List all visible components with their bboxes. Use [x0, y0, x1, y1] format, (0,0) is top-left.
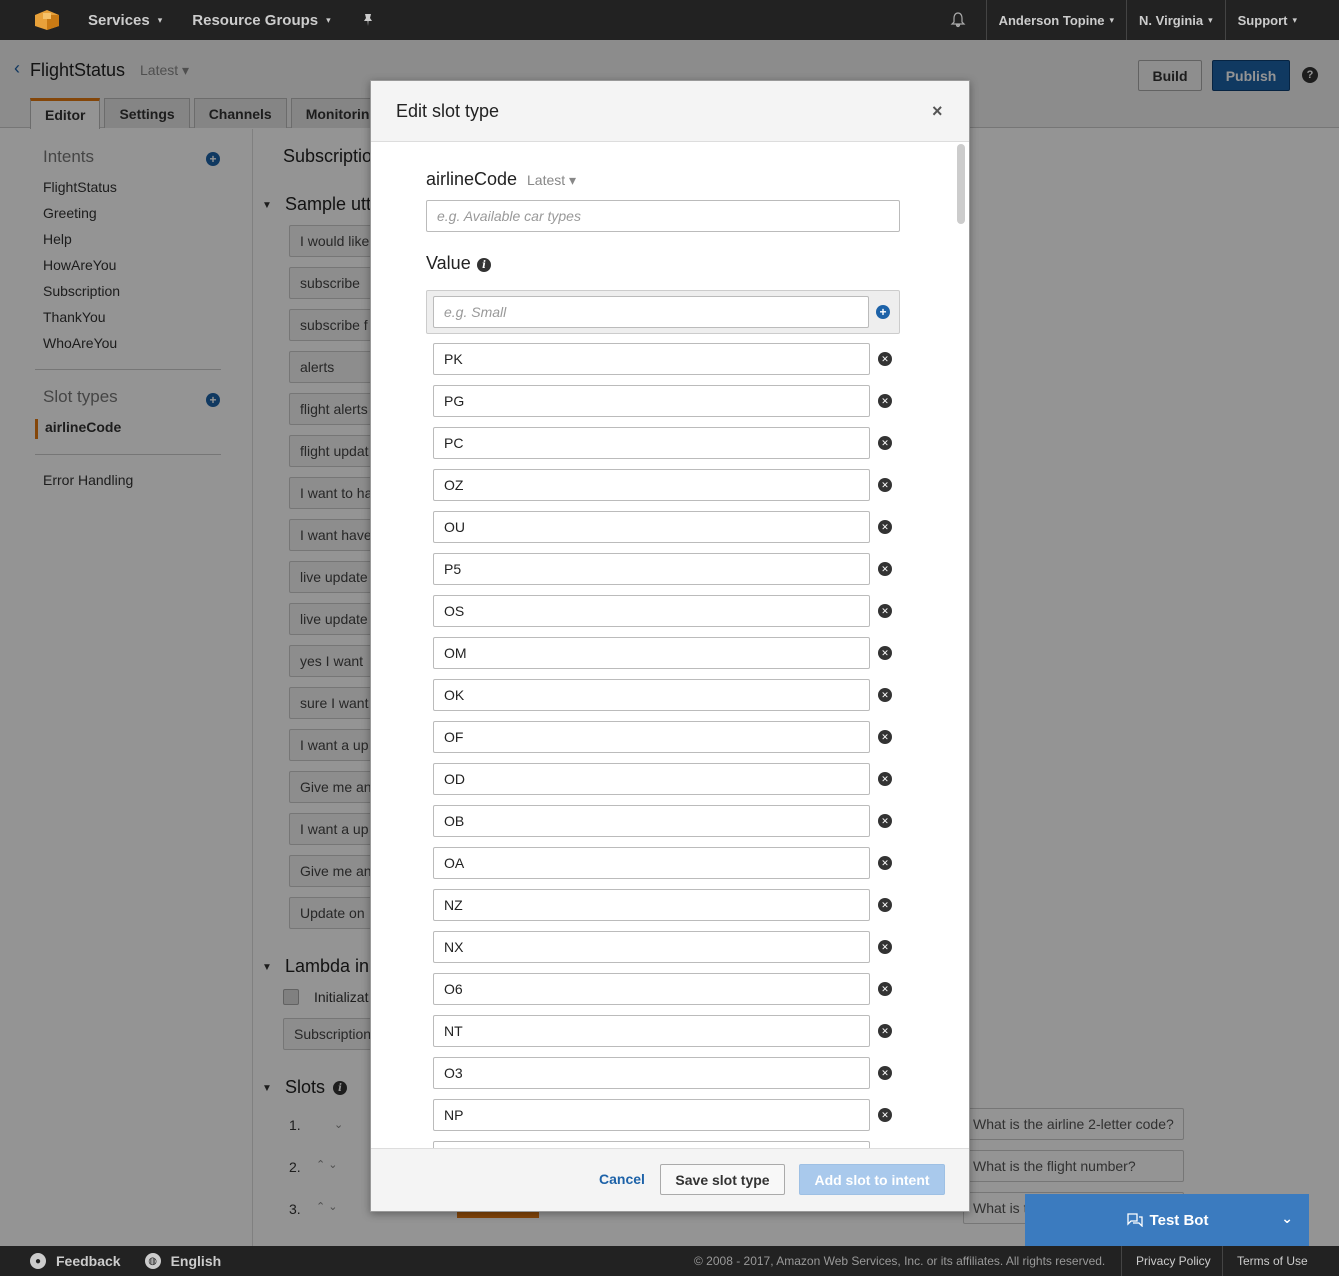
close-icon[interactable]: × [932, 101, 943, 122]
edit-slot-type-dialog: Edit slot type × airlineCode Latest ▾ Va… [370, 80, 970, 1212]
value-label: Value [426, 253, 471, 273]
slot-value-field[interactable]: PK [433, 343, 870, 375]
footer: ● Feedback ◍ English © 2008 - 2017, Amaz… [0, 1246, 1339, 1276]
chat-icon [1126, 1213, 1143, 1227]
slot-value-field[interactable]: OM [433, 637, 870, 669]
chevron-down-icon: ▾ [1292, 14, 1297, 25]
slot-value-field[interactable]: O3 [433, 1057, 870, 1089]
chevron-down-icon: ▾ [157, 14, 163, 25]
region-name: N. Virginia [1139, 12, 1204, 28]
add-slot-to-intent-button[interactable]: Add slot to intent [799, 1164, 945, 1195]
chevron-down-icon: ▾ [1109, 14, 1115, 25]
services-menu[interactable]: Services ▾ [88, 12, 162, 29]
remove-value-icon[interactable]: ✕ [878, 856, 892, 870]
chevron-down-icon: ▾ [326, 14, 331, 25]
remove-value-icon[interactable]: ✕ [878, 436, 892, 450]
remove-value-icon[interactable]: ✕ [878, 772, 892, 786]
dialog-footer: Cancel Save slot type Add slot to intent [371, 1148, 969, 1211]
new-value-input[interactable] [433, 296, 869, 328]
slot-value-field[interactable]: OZ [433, 469, 870, 501]
slot-value-field[interactable]: OS [433, 595, 870, 627]
language-label: English [170, 1253, 222, 1269]
remove-value-icon[interactable]: ✕ [878, 1108, 892, 1122]
remove-value-icon[interactable]: ✕ [878, 982, 892, 996]
remove-value-icon[interactable]: ✕ [878, 730, 892, 744]
remove-value-icon[interactable]: ✕ [878, 478, 892, 492]
slot-value-field[interactable]: OU [433, 511, 870, 543]
slot-value-field[interactable]: P5 [433, 553, 870, 585]
remove-value-icon[interactable]: ✕ [878, 898, 892, 912]
resource-groups-menu[interactable]: Resource Groups ▾ [192, 12, 330, 29]
privacy-link[interactable]: Privacy Policy [1121, 1246, 1225, 1276]
slot-type-name: airlineCode [426, 169, 518, 189]
resource-groups-label: Resource Groups [192, 11, 319, 29]
chevron-down-icon: ▾ [1208, 14, 1213, 25]
slot-version-dropdown[interactable]: Latest ▾ [527, 172, 576, 189]
remove-value-icon[interactable]: ✕ [878, 814, 892, 828]
slot-value-field[interactable]: PC [433, 427, 870, 459]
slot-value-field[interactable]: NX [433, 931, 870, 963]
bell-icon[interactable] [930, 0, 986, 40]
support-label: Support [1237, 12, 1288, 28]
remove-value-icon[interactable]: ✕ [878, 352, 892, 366]
slot-value-field[interactable]: OD [433, 763, 870, 795]
remove-value-icon[interactable]: ✕ [878, 520, 892, 534]
slot-value-field[interactable]: NT [433, 1015, 870, 1047]
description-input[interactable] [426, 200, 900, 232]
remove-value-icon[interactable]: ✕ [878, 1066, 892, 1080]
copyright: © 2008 - 2017, Amazon Web Services, Inc.… [694, 1254, 1106, 1268]
chevron-down-icon[interactable]: ⌄ [1281, 1210, 1293, 1227]
pin-icon[interactable] [361, 13, 375, 27]
slot-value-field[interactable]: OA [433, 847, 870, 879]
slot-value-field[interactable]: NP [433, 1099, 870, 1131]
slot-value-field-partial[interactable] [433, 1141, 870, 1148]
user-name: Anderson Topine [998, 12, 1105, 28]
slot-value-field[interactable]: PG [433, 385, 870, 417]
remove-value-icon[interactable]: ✕ [878, 394, 892, 408]
remove-value-icon[interactable]: ✕ [878, 604, 892, 618]
terms-link[interactable]: Terms of Use [1222, 1246, 1322, 1276]
support-menu[interactable]: Support ▾ [1224, 0, 1339, 40]
dialog-title: Edit slot type [396, 101, 500, 121]
scrollbar[interactable] [957, 144, 965, 224]
cancel-button[interactable]: Cancel [599, 1171, 645, 1187]
info-icon[interactable]: i [477, 258, 491, 272]
language-selector[interactable]: ◍ English [144, 1253, 222, 1269]
test-bot-label: Test Bot [1149, 1211, 1209, 1229]
remove-value-icon[interactable]: ✕ [878, 688, 892, 702]
remove-value-icon[interactable]: ✕ [878, 1024, 892, 1038]
slot-value-field[interactable]: O6 [433, 973, 870, 1005]
services-label: Services [88, 11, 150, 29]
add-value-icon[interactable]: + [876, 305, 890, 319]
new-value-row: + [426, 290, 900, 334]
remove-value-icon[interactable]: ✕ [878, 562, 892, 576]
user-menu[interactable]: Anderson Topine ▾ [985, 0, 1126, 40]
slot-value-field[interactable]: OB [433, 805, 870, 837]
speech-bubble-icon: ● [30, 1253, 46, 1269]
dialog-header: Edit slot type × [371, 81, 969, 142]
region-menu[interactable]: N. Virginia ▾ [1126, 0, 1225, 40]
globe-icon: ◍ [144, 1253, 161, 1269]
remove-value-icon[interactable]: ✕ [878, 646, 892, 660]
remove-value-icon[interactable]: ✕ [878, 940, 892, 954]
slot-value-field[interactable]: NZ [433, 889, 870, 921]
feedback-link[interactable]: ● Feedback [30, 1253, 121, 1269]
test-bot-panel[interactable]: Test Bot ⌄ [1025, 1194, 1309, 1246]
slot-value-field[interactable]: OK [433, 679, 870, 711]
save-slot-type-button[interactable]: Save slot type [660, 1164, 785, 1195]
feedback-label: Feedback [56, 1253, 121, 1269]
slot-value-field[interactable]: OF [433, 721, 870, 753]
aws-cube-icon[interactable] [32, 9, 62, 31]
top-nav: Services ▾ Resource Groups ▾ Anderson To… [0, 0, 1339, 40]
